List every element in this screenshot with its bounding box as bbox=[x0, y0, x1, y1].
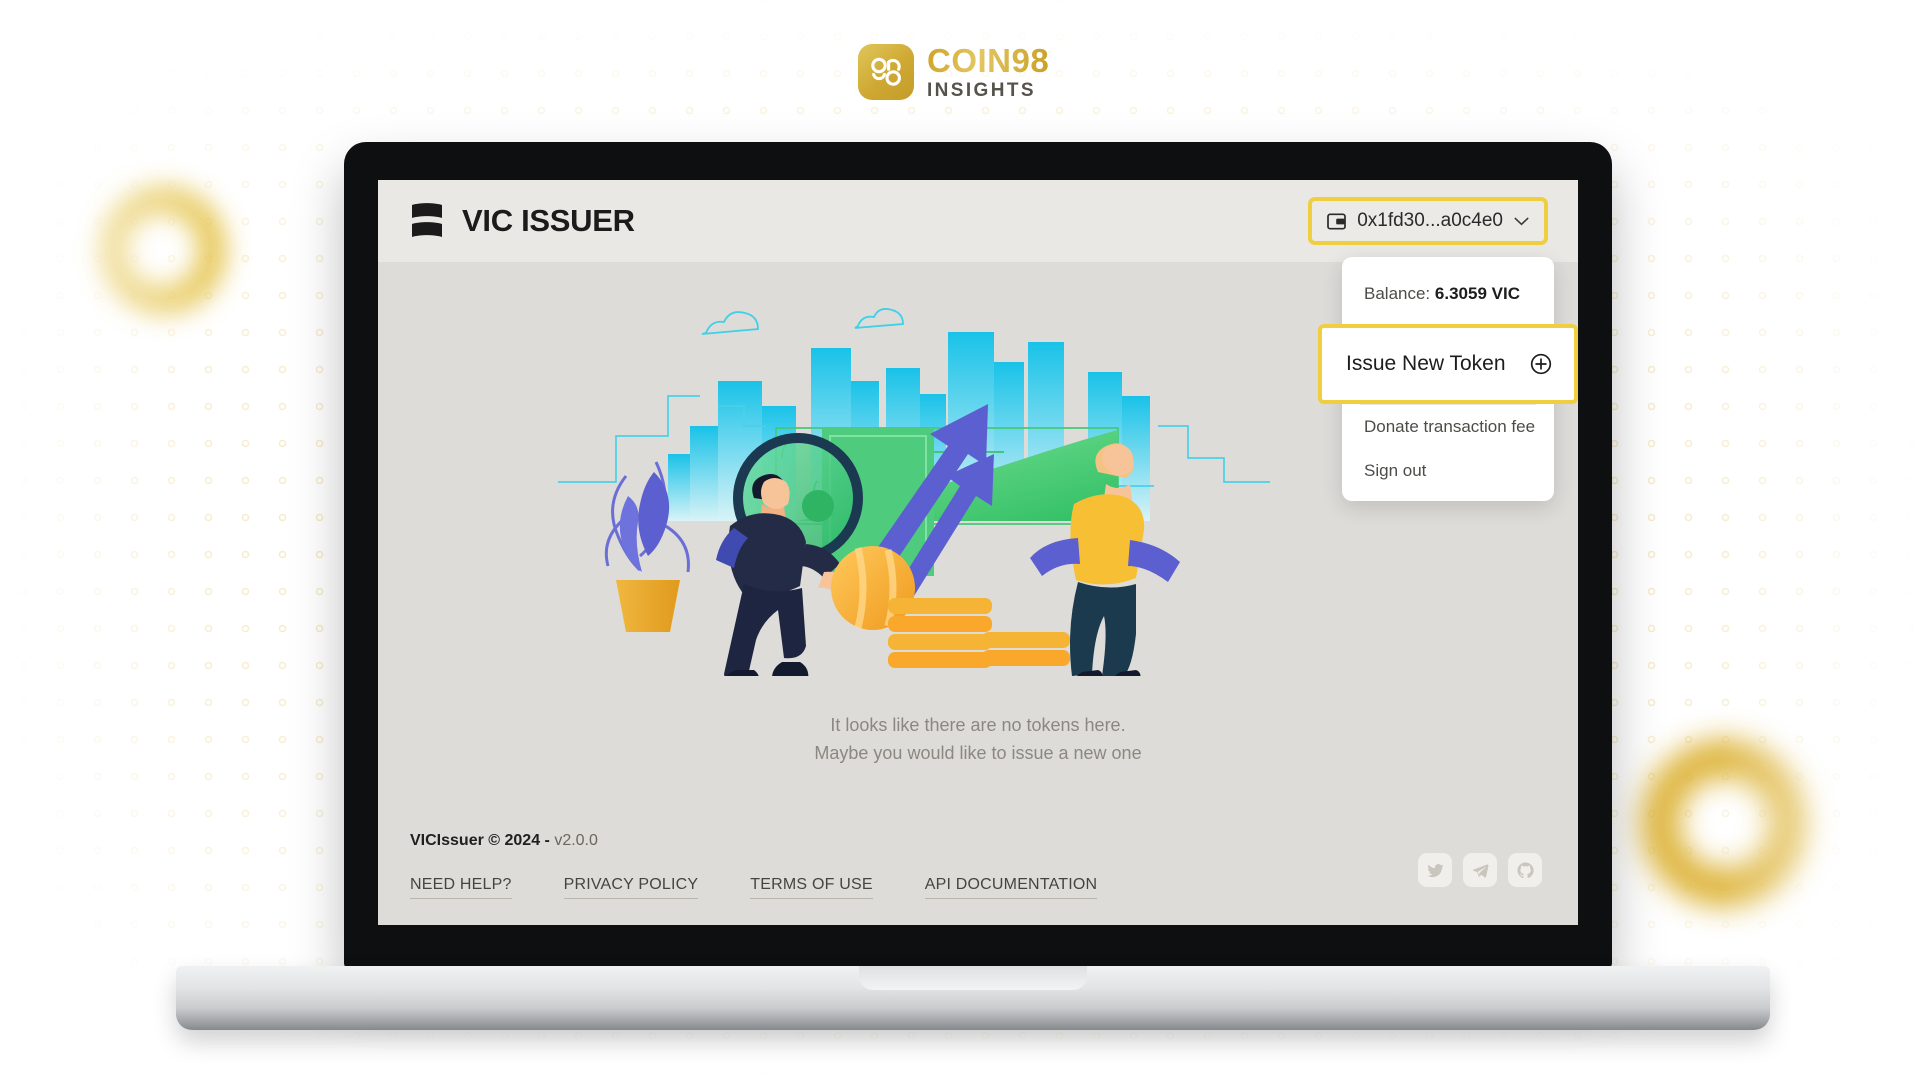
footer-link-api-documentation[interactable]: API DOCUMENTATION bbox=[924, 876, 1098, 899]
page-title: VIC ISSUER bbox=[462, 203, 635, 238]
sign-out-item[interactable]: Sign out bbox=[1342, 449, 1554, 493]
app-footer: VICIssuer © 2024 - v2.0.0 NEED HELP? PRI… bbox=[378, 832, 1578, 925]
laptop-screen: VIC ISSUER 0x1fd30...a0c4e0 Balance: 6.3… bbox=[378, 180, 1578, 925]
vic-logo-icon bbox=[410, 202, 444, 240]
donate-transaction-fee-item[interactable]: Donate transaction fee bbox=[1342, 405, 1554, 449]
footer-social-links bbox=[1418, 853, 1542, 887]
laptop-base bbox=[176, 966, 1770, 1030]
empty-line-1: It looks like there are no tokens here. bbox=[830, 715, 1126, 735]
balance-value: 6.3059 VIC bbox=[1434, 284, 1520, 303]
twitter-icon[interactable] bbox=[1418, 853, 1452, 887]
footer-link-terms-of-use[interactable]: TERMS OF USE bbox=[750, 876, 873, 899]
empty-line-2: Maybe you would like to issue a new one bbox=[814, 742, 1142, 763]
footer-copyright: VICIssuer © 2024 - v2.0.0 bbox=[410, 832, 1546, 850]
wallet-icon bbox=[1327, 212, 1347, 230]
empty-tokens-illustration bbox=[558, 308, 1270, 676]
footer-link-need-help[interactable]: NEED HELP? bbox=[410, 876, 512, 899]
telegram-icon[interactable] bbox=[1463, 853, 1497, 887]
coin98-insights-brand: COIN98 INSIGHTS bbox=[858, 44, 1049, 100]
coin98-logo-icon bbox=[858, 44, 914, 100]
empty-state-message: It looks like there are no tokens here. … bbox=[814, 712, 1141, 768]
issue-new-token-button[interactable]: Issue New Token bbox=[1318, 324, 1578, 404]
balance-row: Balance: 6.3059 VIC bbox=[1342, 263, 1554, 324]
laptop-lid: VIC ISSUER 0x1fd30...a0c4e0 Balance: 6.3… bbox=[344, 142, 1612, 969]
app-brand: VIC ISSUER bbox=[410, 202, 635, 240]
page-root: COIN98 INSIGHTS VIC ISSUER 0x1fd30...a0c… bbox=[0, 0, 1920, 1081]
issue-new-token-label: Issue New Token bbox=[1346, 352, 1506, 375]
wallet-address-label: 0x1fd30...a0c4e0 bbox=[1357, 210, 1503, 231]
github-icon[interactable] bbox=[1508, 853, 1542, 887]
footer-copyright-text: VICIssuer © 2024 - bbox=[410, 832, 555, 849]
balance-label: Balance: bbox=[1364, 284, 1431, 303]
wallet-menu-wrap: 0x1fd30...a0c4e0 Balance: 6.3059 VIC Iss… bbox=[1308, 197, 1578, 501]
brand-title: COIN98 bbox=[927, 42, 1050, 79]
footer-link-privacy-policy[interactable]: PRIVACY POLICY bbox=[563, 876, 699, 899]
chevron-down-icon bbox=[1514, 213, 1529, 230]
footer-version: v2.0.0 bbox=[554, 832, 598, 849]
wallet-address-button[interactable]: 0x1fd30...a0c4e0 bbox=[1308, 197, 1548, 245]
laptop-notch bbox=[859, 966, 1087, 990]
brand-subtitle: INSIGHTS bbox=[927, 80, 1036, 101]
footer-links: NEED HELP? PRIVACY POLICY TERMS OF USE A… bbox=[410, 876, 1546, 899]
plus-circle-icon bbox=[1530, 353, 1552, 375]
wallet-dropdown-menu: Balance: 6.3059 VIC Issue New Token Dona… bbox=[1318, 257, 1578, 501]
app-header: VIC ISSUER 0x1fd30...a0c4e0 Balance: 6.3… bbox=[378, 180, 1578, 501]
